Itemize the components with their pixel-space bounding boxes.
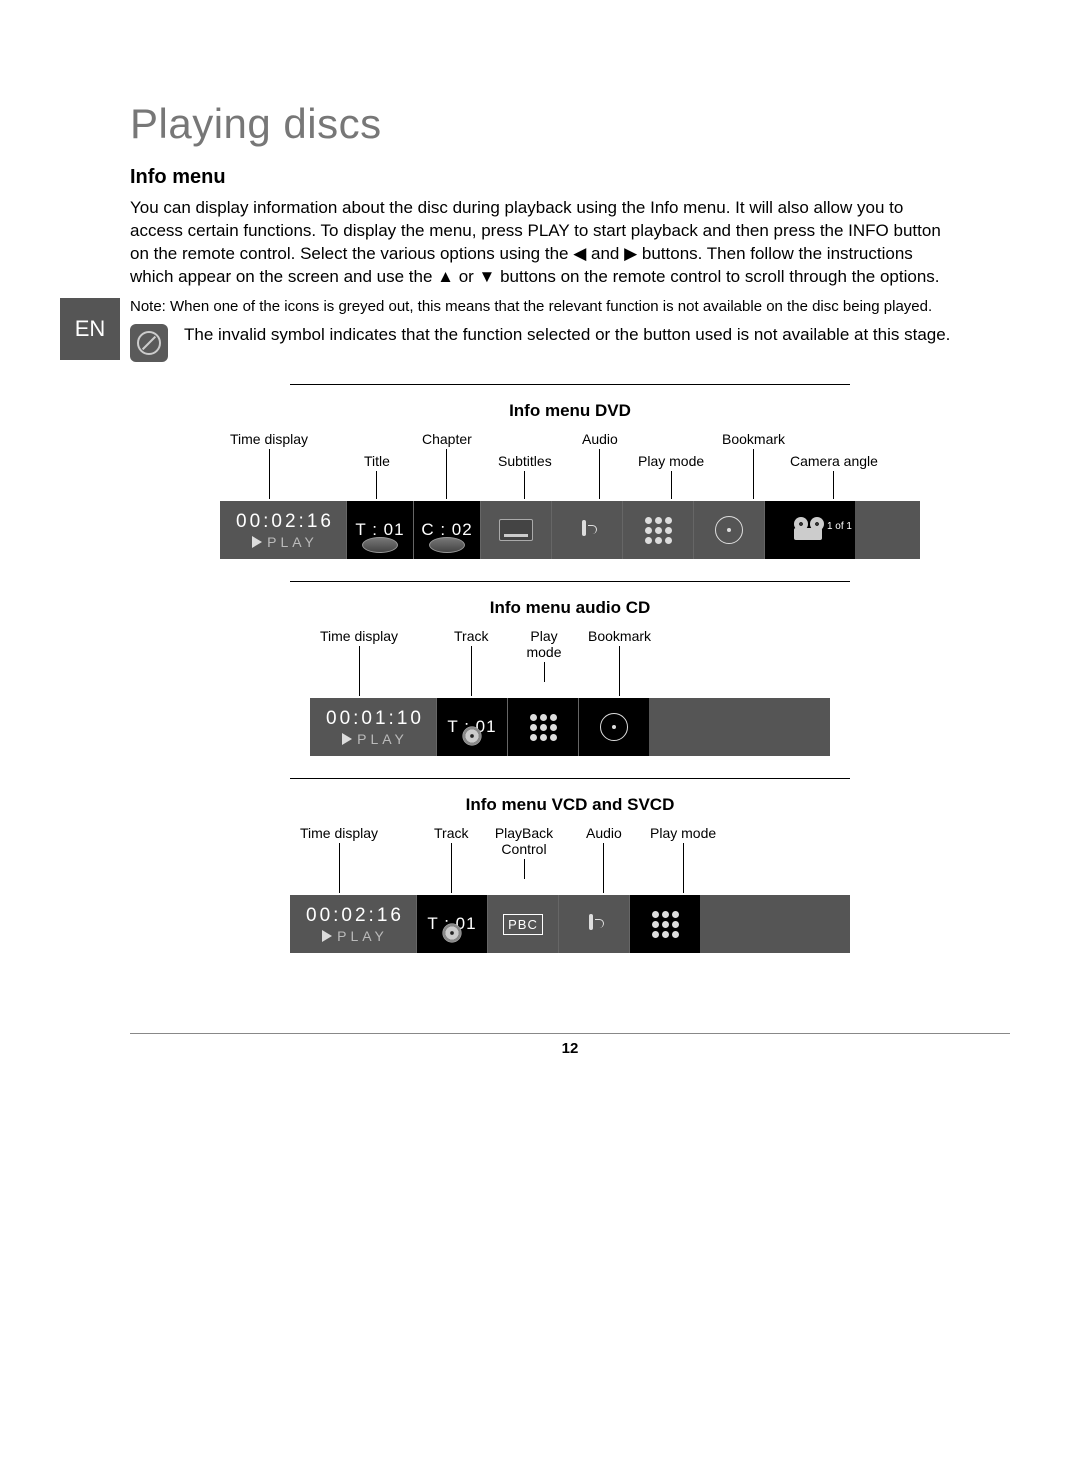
dvd-info-bar: 00:02:16 PLAY T : 01 C : 02 1 of 1 <box>220 501 920 559</box>
dvd-subtitles-cell <box>480 501 551 559</box>
label-bookmark: Bookmark <box>588 628 651 644</box>
bookmark-icon <box>715 516 743 544</box>
play-icon <box>342 733 352 745</box>
empty-cell <box>649 698 830 756</box>
disc-icon <box>362 537 398 553</box>
cd-leaders: Time display Track Play mode Bookmark <box>310 628 830 698</box>
label-track: Track <box>454 628 488 644</box>
page-number: 12 <box>130 1040 1010 1057</box>
label-time-display: Time display <box>320 628 398 644</box>
cd-diagram: Info menu audio CD Time display Track Pl… <box>310 598 830 756</box>
vcd-leaders: Time display Track PlayBack Control Audi… <box>290 825 850 895</box>
cd-playmode-cell <box>507 698 578 756</box>
play-mode-icon <box>530 714 557 741</box>
dvd-diagram: Info menu DVD Time display Title Chapter… <box>220 401 920 559</box>
dvd-title-cell: T : 01 <box>346 501 413 559</box>
camera-angle-icon: 1 of 1 <box>790 517 830 543</box>
label-title: Title <box>364 453 390 469</box>
divider <box>290 778 850 779</box>
section-heading: Info menu <box>130 166 1010 189</box>
dvd-chapter-cell: C : 02 <box>413 501 480 559</box>
disc-icon <box>462 727 481 746</box>
play-mode-icon <box>652 911 679 938</box>
dvd-leaders: Time display Title Chapter Subtitles Aud… <box>220 431 920 501</box>
label-audio: Audio <box>582 431 618 447</box>
cd-time: 00:01:10 <box>314 708 436 730</box>
cd-play-label: PLAY <box>357 731 408 747</box>
vcd-title: Info menu VCD and SVCD <box>290 795 850 815</box>
cd-track-cell: T : 01 <box>436 698 507 756</box>
dvd-playmode-cell <box>622 501 693 559</box>
empty-cell <box>700 895 850 953</box>
dvd-angle-text: 1 of 1 <box>827 521 852 532</box>
invalid-symbol-icon <box>130 324 168 362</box>
disc-icon <box>442 924 461 943</box>
vcd-play-label: PLAY <box>337 928 388 944</box>
label-audio: Audio <box>586 825 622 841</box>
vcd-playmode-cell <box>629 895 700 953</box>
label-time-display: Time display <box>230 431 308 447</box>
vcd-track-cell: T : 01 <box>416 895 487 953</box>
note-text: Note: When one of the icons is greyed ou… <box>130 297 1010 317</box>
label-time-display: Time display <box>300 825 378 841</box>
dvd-time: 00:02:16 <box>224 511 346 533</box>
dvd-angle-cell: 1 of 1 <box>764 501 855 559</box>
subtitles-icon <box>499 519 533 541</box>
audio-icon <box>580 910 608 938</box>
dvd-audio-cell <box>551 501 622 559</box>
arrow-up-icon <box>517 887 529 895</box>
play-icon <box>322 930 332 942</box>
language-tab: EN <box>60 298 120 360</box>
divider <box>290 581 850 582</box>
label-track: Track <box>434 825 468 841</box>
footer-rule <box>130 1033 1010 1034</box>
audio-icon <box>573 516 601 544</box>
intro-paragraph: You can display information about the di… <box>130 197 960 289</box>
dvd-title: Info menu DVD <box>220 401 920 421</box>
play-mode-icon <box>645 517 672 544</box>
page-title: Playing discs <box>130 100 1010 148</box>
cd-title: Info menu audio CD <box>310 598 830 618</box>
disc-icon <box>429 537 465 553</box>
vcd-diagram: Info menu VCD and SVCD Time display Trac… <box>290 795 850 953</box>
label-play-mode: Play mode <box>650 825 716 841</box>
arrow-down-icon <box>517 953 529 961</box>
label-chapter: Chapter <box>422 431 472 447</box>
cd-info-bar: 00:01:10 PLAY T : 01 <box>310 698 830 756</box>
divider <box>290 384 850 385</box>
label-pbc: PlayBack Control <box>492 825 556 857</box>
bookmark-icon <box>600 713 628 741</box>
label-play-mode: Play mode <box>638 453 704 469</box>
dvd-play-label: PLAY <box>267 534 318 550</box>
vcd-pbc-cell: PBC <box>487 895 558 953</box>
vcd-audio-cell <box>558 895 629 953</box>
invalid-note: The invalid symbol indicates that the fu… <box>184 324 950 347</box>
label-play-mode: Play mode <box>524 628 564 660</box>
label-bookmark: Bookmark <box>722 431 785 447</box>
pbc-box: PBC <box>503 914 543 935</box>
cd-bookmark-cell <box>578 698 649 756</box>
label-camera-angle: Camera angle <box>790 453 878 469</box>
play-icon <box>252 536 262 548</box>
vcd-time: 00:02:16 <box>294 905 416 927</box>
vcd-info-bar: 00:02:16 PLAY T : 01 PBC <box>290 895 850 953</box>
dvd-bookmark-cell <box>693 501 764 559</box>
label-subtitles: Subtitles <box>498 453 552 469</box>
